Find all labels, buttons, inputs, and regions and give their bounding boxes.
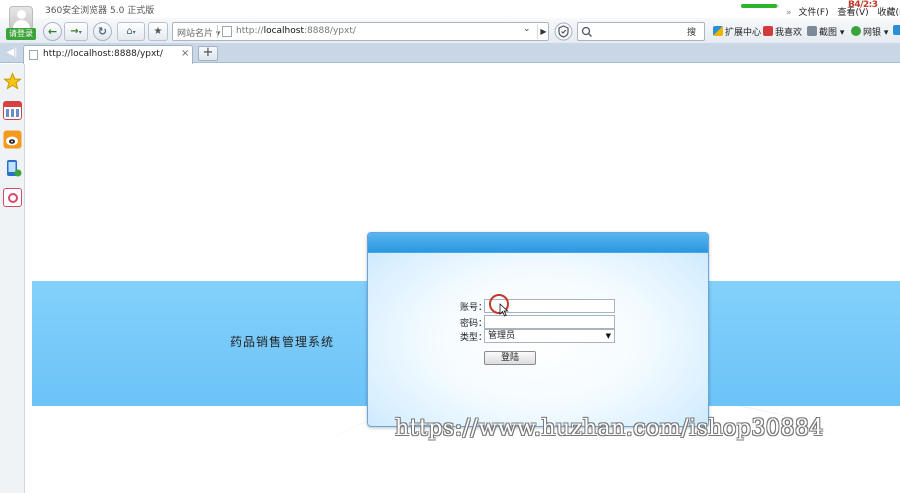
mobile-icon[interactable] <box>3 159 22 178</box>
chevron-down-icon: ▼ <box>605 332 611 340</box>
tab-title: http://localhost:8888/ypxt/ <box>43 49 163 59</box>
system-title: 药品销售管理系统 <box>230 335 335 349</box>
heart-icon <box>763 26 773 36</box>
login-panel-header <box>368 233 708 253</box>
menu-bar: » 文件(F) 查看(V) 收藏(B) 工 <box>786 5 900 18</box>
overflow-square-icon <box>893 25 900 35</box>
download-progress-bar <box>741 4 779 8</box>
login-panel: 账号： 密码： 类型： 管理员 ▼ 登陆 <box>367 232 709 427</box>
background-swoosh <box>445 64 900 134</box>
page-icon <box>222 26 232 37</box>
corner-stamp: B4/2:3 <box>848 0 878 10</box>
extensions-icon <box>713 26 723 36</box>
netbank-icon <box>851 26 861 36</box>
security-shield-icon[interactable] <box>554 22 573 41</box>
mail-icon[interactable] <box>3 188 22 207</box>
scissors-icon <box>807 26 817 36</box>
go-arrow-icon[interactable]: ▶ <box>537 24 549 39</box>
user-type-value: 管理员 <box>488 331 516 341</box>
tab-bar: ◀| http://localhost:8888/ypxt/ × + <box>0 43 900 64</box>
page-icon <box>29 50 38 60</box>
favorites-star-icon[interactable] <box>3 72 22 91</box>
overflow-icon[interactable] <box>893 25 900 37</box>
menu-favorites[interactable]: 收藏(B) <box>878 8 900 18</box>
back-arrow-icon[interactable]: ← <box>43 22 62 41</box>
app-title: 360安全浏览器 5.0 正式版 <box>45 6 155 16</box>
new-tab-button[interactable]: + <box>198 46 218 61</box>
screenshot-button[interactable]: 截图 ▾ <box>807 25 844 38</box>
navigation-toolbar: ← →▾ ↻ ⌂▾ ★ 网站名片 ▾ http://localhost:8888… <box>0 18 900 43</box>
netbank-button[interactable]: 网银 ▾ <box>851 25 888 38</box>
address-bar[interactable]: 网站名片 ▾ http://localhost:8888/ypxt/ ⌄ ▶ <box>172 22 549 41</box>
account-label: 账号： <box>460 303 488 313</box>
favorite-button[interactable]: 我喜欢 <box>763 25 802 38</box>
password-label: 密码： <box>460 319 488 329</box>
address-history-dropdown-icon[interactable]: ⌄ <box>523 24 531 34</box>
favorites-star-button[interactable]: ★ <box>148 22 168 41</box>
avatar-icon <box>9 6 33 30</box>
address-divider <box>217 25 218 38</box>
download-progress-fill <box>741 4 778 8</box>
search-icon <box>581 26 592 37</box>
close-icon[interactable]: × <box>181 48 189 59</box>
login-button[interactable]: 请登录 <box>6 28 36 40</box>
user-avatar[interactable]: 请登录 <box>6 4 36 40</box>
title-bar: 360安全浏览器 5.0 正式版 » 文件(F) 查看(V) 收藏(B) 工 B… <box>0 0 900 18</box>
calendar-icon[interactable] <box>3 101 22 120</box>
extensions-button[interactable]: 扩展中心 <box>713 25 761 38</box>
mouse-cursor-icon <box>499 303 509 317</box>
reload-icon[interactable]: ↻ <box>93 22 112 41</box>
forward-arrow-icon[interactable]: →▾ <box>64 22 88 41</box>
login-submit-button[interactable]: 登陆 <box>484 351 536 365</box>
password-field[interactable] <box>484 315 615 329</box>
site-names-dropdown[interactable]: 网站名片 ▾ <box>177 26 220 39</box>
sidebar-toggle-icon[interactable]: ◀| <box>4 46 20 60</box>
user-type-select[interactable]: 管理员 ▼ <box>484 329 615 343</box>
page-content: 药品销售管理系统 账号： 密码： 类型： 管理员 ▼ 登陆 https://ww… <box>25 64 900 493</box>
type-label: 类型： <box>460 333 488 343</box>
home-icon[interactable]: ⌂▾ <box>117 22 145 41</box>
tab-localhost[interactable]: http://localhost:8888/ypxt/ × <box>23 45 193 64</box>
watermark-text: https://www.huzhan.com/ishop30884 <box>395 416 824 441</box>
address-input[interactable]: http://localhost:8888/ypxt/ <box>236 26 356 36</box>
weibo-icon[interactable] <box>3 130 22 149</box>
search-box[interactable]: 搜 <box>577 22 705 41</box>
sidebar <box>0 64 25 493</box>
menu-overflow-icon[interactable]: » <box>786 8 792 18</box>
menu-file[interactable]: 文件(F) <box>798 8 828 18</box>
search-button[interactable]: 搜 <box>687 25 696 38</box>
